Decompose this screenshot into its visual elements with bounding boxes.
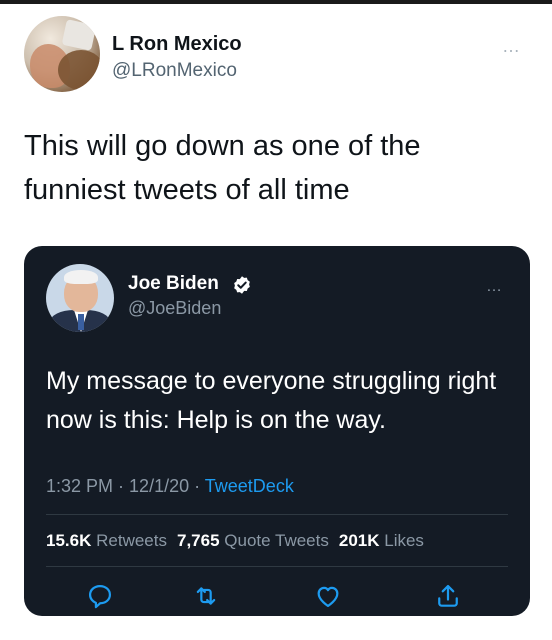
quote-tweets-stat[interactable]: 7,765 Quote Tweets — [177, 531, 329, 550]
likes-label: Likes — [384, 531, 424, 550]
quote-tweets-label: Quote Tweets — [224, 531, 329, 550]
meta-separator: · — [113, 476, 130, 496]
quoted-tweet-card[interactable]: Joe Biden @JoeBiden … My message to ever… — [24, 246, 530, 616]
tweet-date: 12/1/20 — [129, 476, 190, 496]
quoted-handle[interactable]: @JoeBiden — [128, 298, 221, 319]
top-edge-bar — [0, 0, 552, 4]
reply-icon[interactable] — [86, 582, 114, 610]
verified-badge-icon — [234, 276, 250, 294]
tweet-source-link[interactable]: TweetDeck — [205, 476, 294, 496]
quoted-tweet-text: My message to everyone struggling right … — [46, 367, 497, 434]
outer-more-icon[interactable]: … — [502, 36, 521, 57]
quote-tweets-count: 7,765 — [176, 531, 220, 550]
tweet-time: 1:32 PM — [46, 476, 114, 496]
likes-count: 201K — [338, 531, 380, 550]
retweets-label: Retweets — [96, 531, 167, 550]
retweet-icon[interactable] — [192, 582, 220, 610]
outer-display-name[interactable]: L Ron Mexico — [112, 33, 242, 56]
outer-tweet-text: This will go down as one of the funniest… — [24, 130, 421, 206]
outer-avatar[interactable] — [24, 16, 100, 92]
quoted-display-name[interactable]: Joe Biden — [128, 273, 219, 295]
likes-stat[interactable]: 201K Likes — [339, 531, 424, 550]
engagement-stats: 15.6K Retweets 7,765 Quote Tweets 201K Lik… — [46, 531, 424, 551]
divider — [46, 566, 508, 567]
like-icon[interactable] — [314, 582, 342, 610]
retweets-count: 15.6K — [46, 531, 92, 550]
meta-separator: · — [189, 476, 205, 496]
quoted-more-icon[interactable]: … — [486, 278, 503, 296]
divider — [46, 514, 508, 515]
share-icon[interactable] — [434, 582, 462, 610]
retweets-stat[interactable]: 15.6K Retweets — [46, 531, 167, 550]
quoted-avatar[interactable] — [46, 264, 114, 332]
tweet-metadata: 1:32 PM · 12/1/20 · TweetDeck — [46, 476, 294, 497]
outer-handle[interactable]: @LRonMexico — [112, 60, 237, 82]
